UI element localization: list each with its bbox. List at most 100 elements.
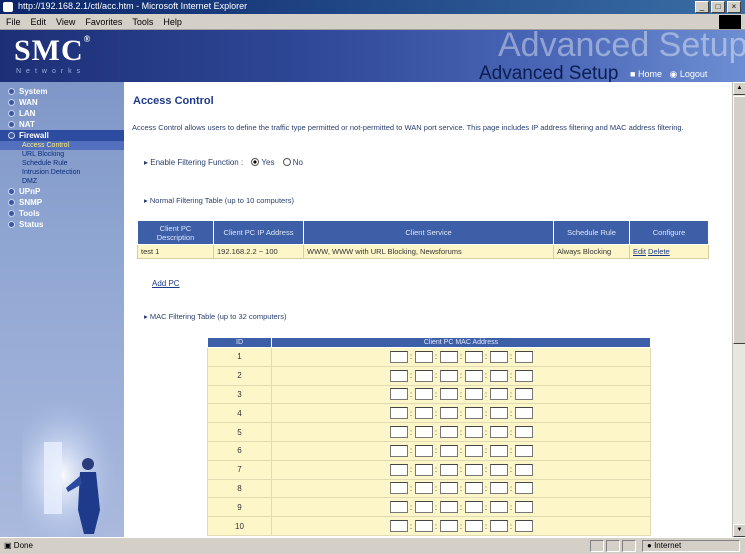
mac-octet-input[interactable]	[439, 520, 458, 533]
mac-octet-input[interactable]	[439, 350, 458, 363]
mac-octet-input[interactable]	[389, 388, 408, 401]
menu-view[interactable]: View	[56, 17, 75, 27]
mac-octet-input[interactable]	[414, 444, 433, 457]
mac-octet-input[interactable]	[464, 350, 483, 363]
mac-octet-input[interactable]	[489, 482, 508, 495]
mac-octet-input[interactable]	[389, 482, 408, 495]
menu-file[interactable]: File	[6, 17, 21, 27]
mac-octet-input[interactable]	[464, 520, 483, 533]
subnav-schedule-rule[interactable]: Schedule Rule	[0, 159, 124, 168]
mac-octet-input[interactable]	[414, 463, 433, 476]
mac-octet-input[interactable]	[414, 501, 433, 514]
mac-octet-input[interactable]	[464, 369, 483, 382]
mac-octet-input[interactable]	[439, 388, 458, 401]
edit-link[interactable]: Edit	[633, 247, 646, 256]
menu-edit[interactable]: Edit	[31, 17, 47, 27]
window-title: http://192.168.2.1/ctl/acc.htm - Microso…	[18, 1, 248, 11]
maximize-button[interactable]: □	[711, 1, 725, 13]
subnav-dmz[interactable]: DMZ	[0, 177, 124, 186]
menu-tools[interactable]: Tools	[132, 17, 153, 27]
mac-octet-input[interactable]	[414, 520, 433, 533]
subnav-intrusion-detection[interactable]: Intrusion Detection	[0, 168, 124, 177]
scroll-thumb[interactable]	[733, 96, 745, 344]
filtering-no-radio[interactable]	[282, 158, 291, 166]
mac-octet-input[interactable]	[439, 426, 458, 439]
mac-octet-input[interactable]	[514, 501, 533, 514]
subnav-url-blocking[interactable]: URL Blocking	[0, 150, 124, 159]
bullet-icon: ▸	[144, 312, 148, 321]
mac-separator: :	[484, 521, 488, 531]
sidebar-item-status[interactable]: Status	[0, 219, 124, 230]
mac-octet-input[interactable]	[514, 369, 533, 382]
filtering-yes-radio[interactable]	[251, 158, 260, 166]
mac-octet-input[interactable]	[414, 350, 433, 363]
mac-octet-input[interactable]	[414, 482, 433, 495]
mac-octet-input[interactable]	[389, 426, 408, 439]
add-pc-link[interactable]: Add PC	[152, 279, 180, 288]
mac-octet-input[interactable]	[514, 463, 533, 476]
mac-octet-input[interactable]	[514, 482, 533, 495]
mac-octet-input[interactable]	[389, 350, 408, 363]
minimize-button[interactable]: _	[695, 1, 709, 13]
mac-octet-input[interactable]	[514, 350, 533, 363]
mac-octet-input[interactable]	[414, 426, 433, 439]
mac-octet-input[interactable]	[389, 501, 408, 514]
mac-octet-input[interactable]	[464, 388, 483, 401]
mac-octet-input[interactable]	[439, 463, 458, 476]
mac-octet-input[interactable]	[514, 520, 533, 533]
sidebar-item-snmp[interactable]: SNMP	[0, 197, 124, 208]
mac-octet-input[interactable]	[439, 407, 458, 420]
sidebar-item-lan[interactable]: LAN	[0, 108, 124, 119]
sidebar-item-firewall[interactable]: Firewall	[0, 130, 124, 141]
mac-octet-input[interactable]	[439, 369, 458, 382]
mac-octet-input[interactable]	[489, 426, 508, 439]
mac-octet-input[interactable]	[489, 350, 508, 363]
mac-octet-input[interactable]	[514, 444, 533, 457]
mac-octet-input[interactable]	[489, 520, 508, 533]
vertical-scrollbar[interactable]: ▲ ▼	[732, 82, 745, 537]
mac-octet-input[interactable]	[389, 463, 408, 476]
mac-address-cell: :::::	[271, 403, 651, 424]
mac-octet-input[interactable]	[439, 501, 458, 514]
delete-link[interactable]: Delete	[648, 247, 670, 256]
mac-octet-input[interactable]	[464, 444, 483, 457]
menu-favorites[interactable]: Favorites	[85, 17, 122, 27]
sidebar-item-upnp[interactable]: UPnP	[0, 186, 124, 197]
mac-octet-input[interactable]	[489, 444, 508, 457]
close-button[interactable]: ×	[727, 1, 741, 13]
mac-octet-input[interactable]	[514, 426, 533, 439]
mac-octet-input[interactable]	[464, 463, 483, 476]
sidebar-item-nat[interactable]: NAT	[0, 119, 124, 130]
scroll-down-arrow-icon[interactable]: ▼	[733, 524, 745, 537]
subnav-access-control[interactable]: Access Control	[0, 141, 124, 150]
mac-octet-input[interactable]	[389, 407, 408, 420]
home-link[interactable]: Home	[638, 69, 662, 79]
mac-octet-input[interactable]	[514, 407, 533, 420]
col-ip: Client PC IP Address	[213, 220, 304, 245]
mac-octet-input[interactable]	[514, 388, 533, 401]
mac-octet-input[interactable]	[389, 369, 408, 382]
scroll-up-arrow-icon[interactable]: ▲	[733, 82, 745, 95]
sidebar-item-system[interactable]: System	[0, 86, 124, 97]
sidebar-item-tools[interactable]: Tools	[0, 208, 124, 219]
mac-octet-input[interactable]	[414, 369, 433, 382]
mac-octet-input[interactable]	[464, 407, 483, 420]
mac-octet-input[interactable]	[489, 463, 508, 476]
logout-link[interactable]: Logout	[680, 69, 708, 79]
mac-octet-input[interactable]	[489, 369, 508, 382]
status-zone: ● Internet	[642, 540, 740, 552]
mac-octet-input[interactable]	[464, 482, 483, 495]
mac-octet-input[interactable]	[414, 407, 433, 420]
mac-octet-input[interactable]	[439, 482, 458, 495]
mac-octet-input[interactable]	[389, 444, 408, 457]
mac-octet-input[interactable]	[489, 388, 508, 401]
mac-octet-input[interactable]	[439, 444, 458, 457]
mac-octet-input[interactable]	[464, 501, 483, 514]
mac-octet-input[interactable]	[464, 426, 483, 439]
sidebar-item-wan[interactable]: WAN	[0, 97, 124, 108]
mac-octet-input[interactable]	[389, 520, 408, 533]
mac-octet-input[interactable]	[489, 407, 508, 420]
menu-help[interactable]: Help	[163, 17, 182, 27]
mac-octet-input[interactable]	[414, 388, 433, 401]
mac-octet-input[interactable]	[489, 501, 508, 514]
